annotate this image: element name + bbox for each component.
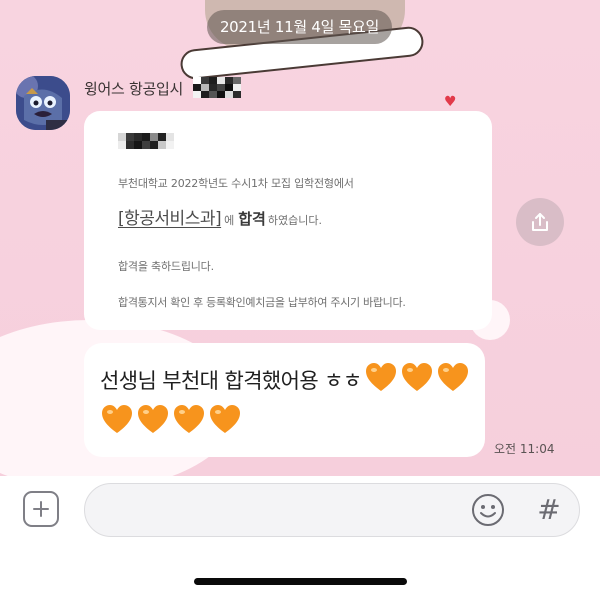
sender-row: 윙어스 항공입시 [84, 76, 241, 100]
avatar-image [16, 76, 70, 130]
department-name: [항공서비스과] [118, 209, 222, 229]
message-timestamp: 오전 11:04 [494, 442, 555, 456]
message-bubble[interactable]: 선생님 부천대 합격했어용 ㅎㅎ [84, 343, 485, 457]
orange-heart-icon [437, 363, 468, 391]
attach-button[interactable] [23, 491, 59, 527]
emoji-icon [472, 494, 504, 526]
message-text-content: 선생님 부천대 합격했어용 ㅎㅎ [100, 369, 362, 393]
message-text: 선생님 부천대 합격했어용 ㅎㅎ [100, 361, 472, 400]
orange-heart-icon [365, 363, 396, 391]
share-button[interactable] [516, 198, 564, 246]
department-suffix: 에 [224, 214, 235, 227]
home-indicator[interactable] [194, 578, 407, 585]
congratulation-text: 합격을 축하드립니다. [118, 260, 214, 273]
orange-heart-icon [102, 405, 132, 433]
orange-heart-icon [174, 405, 204, 433]
hashtag-button[interactable]: # [533, 492, 565, 528]
plus-icon [33, 501, 49, 517]
share-icon [532, 213, 548, 231]
pass-tail: 하였습니다. [267, 214, 322, 227]
redacted-name-mosaic [118, 133, 174, 149]
admission-result-card[interactable]: 부천대학교 2022학년도 수시1차 모집 입학전형에서 [항공서비스과] 에 … [84, 111, 492, 330]
sender-name[interactable]: 윙어스 항공입시 [84, 78, 183, 99]
wallpaper-heart-icon: ♥ [444, 94, 457, 110]
sender-avatar[interactable] [16, 76, 70, 130]
sender-name-mosaic [192, 77, 241, 99]
emoji-button[interactable] [470, 492, 506, 528]
result-intro-text: 부천대학교 2022학년도 수시1차 모집 입학전형에서 [118, 177, 354, 190]
heart-emoji-row [100, 403, 242, 439]
instruction-text: 합격통지서 확인 후 등록확인예치금을 납부하여 주시기 바랍니다. [118, 296, 406, 309]
orange-heart-icon [138, 405, 168, 433]
date-divider: 2021년 11월 4일 목요일 [207, 10, 392, 44]
pass-word: 합격 [238, 210, 266, 228]
orange-heart-icon [401, 363, 432, 391]
result-pass-line: [항공서비스과] 에 합격 하였습니다. [118, 204, 322, 229]
orange-heart-icon [210, 405, 240, 433]
